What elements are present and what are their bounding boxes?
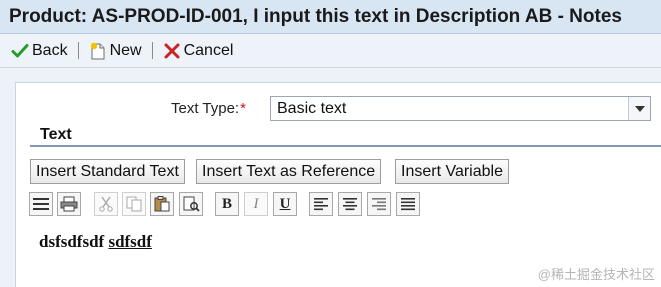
bold-glyph: B [221,195,232,212]
cancel-button[interactable]: Cancel [163,39,234,63]
editor-content: dsfsdfsdf sdfsdf [39,232,152,252]
section-title: Text [40,126,72,143]
align-center-icon[interactable] [338,192,362,216]
watermark: @稀土掘金技术社区 [537,267,655,282]
content-margin-top [15,68,661,82]
paste-icon[interactable] [150,192,174,216]
underline-glyph: U [279,195,291,212]
justify-icon[interactable] [396,192,420,216]
new-document-icon [89,42,107,60]
align-left-icon[interactable] [309,192,333,216]
insert-text-as-reference-button[interactable]: Insert Text as Reference [196,159,382,184]
find-replace-icon[interactable] [179,192,203,216]
spellcheck-icon[interactable] [29,192,53,216]
underline-icon[interactable]: U [273,192,297,216]
chevron-down-icon[interactable] [628,97,650,120]
cut-icon[interactable] [94,192,118,216]
insert-variable-button[interactable]: Insert Variable [395,159,509,184]
section-divider [30,145,661,147]
italic-glyph: I [253,195,259,212]
cancel-label: Cancel [183,41,234,59]
text-type-label-text: Text Type: [171,100,240,117]
checkmark-icon [11,42,29,60]
new-button[interactable]: New [89,39,142,63]
text-type-value: Basic text [277,100,347,117]
back-button[interactable]: Back [11,39,68,63]
new-label: New [109,41,142,59]
align-right-icon[interactable] [367,192,391,216]
cancel-x-icon [163,42,181,60]
copy-icon[interactable] [122,192,146,216]
required-marker: * [240,100,246,117]
editor-text-underlined: sdfsdf [108,232,152,251]
italic-icon[interactable]: I [244,192,268,216]
editor-text-plain: dsfsdfsdf [39,232,105,251]
toolbar-separator [151,42,153,59]
text-type-label: Text Type:* [171,100,246,117]
content-margin [0,68,15,287]
back-label: Back [32,41,68,59]
main-toolbar: Back New Cancel [0,34,661,68]
insert-standard-text-button[interactable]: Insert Standard Text [30,159,185,184]
bold-icon[interactable]: B [215,192,239,216]
toolbar-separator [77,42,79,59]
window-title: Product: AS-PROD-ID-001, I input this te… [0,0,661,34]
text-type-dropdown[interactable]: Basic text [270,96,651,121]
print-icon[interactable] [57,192,81,216]
